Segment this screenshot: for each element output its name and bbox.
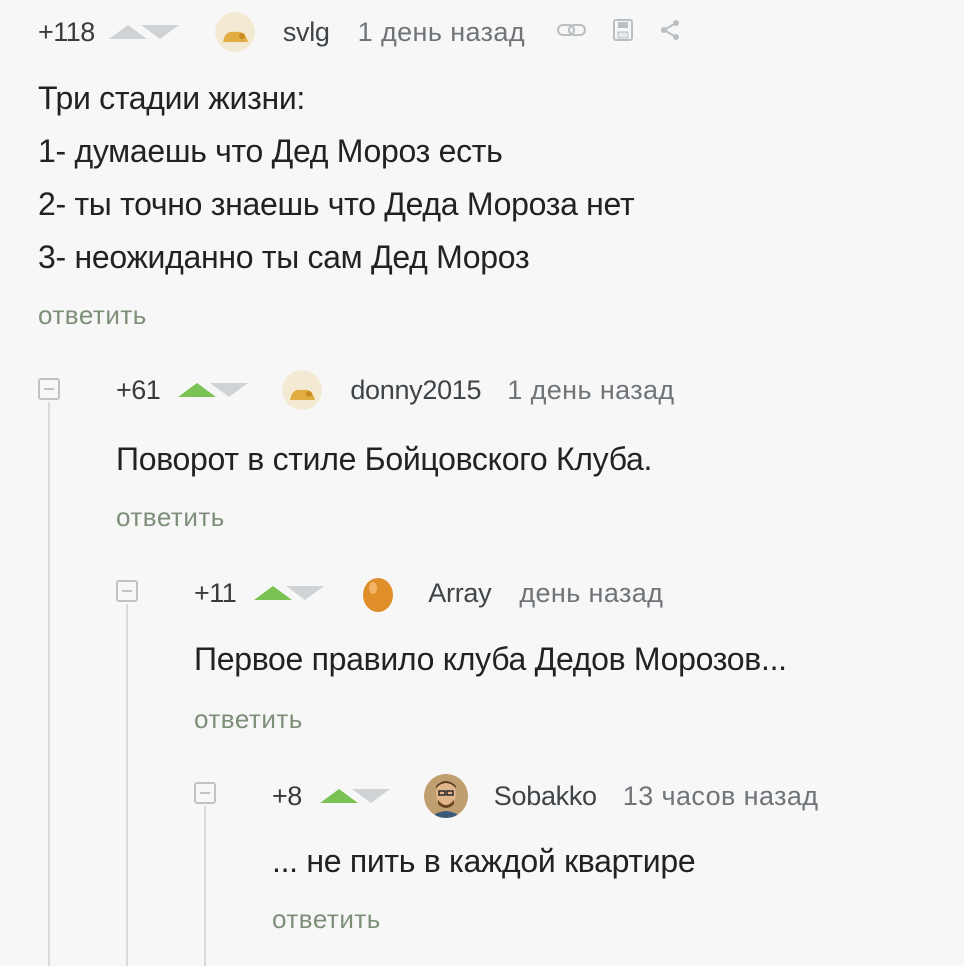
downvote-icon[interactable] [210,383,249,397]
thread-line[interactable] [48,402,50,966]
author-nick[interactable]: donny2015 [350,375,481,406]
cat-avatar-icon [282,370,323,410]
comment-text: Первое правило клуба Дедов Морозов... [194,633,787,686]
comment-line: Первое правило клуба Дедов Морозов... [194,641,787,677]
comment-line: 3- неожиданно ты сам Дед Мороз [38,239,530,275]
comment-rating: +8 [272,780,302,811]
comment-header: +11 Array день назад [194,573,663,613]
egg-avatar-icon [358,573,399,613]
comment-time[interactable]: 1 день назад [358,17,525,48]
reply-link[interactable]: ответить [194,704,303,735]
comment-rating: +61 [116,374,161,405]
collapse-button[interactable] [194,782,216,804]
comment-time[interactable]: 1 день назад [507,375,674,406]
comment-line: ... не пить в каждой квартире [272,843,696,879]
comment-header: +61 donny2015 1 день назад [116,370,675,410]
reply-link[interactable]: ответить [272,904,381,935]
downvote-icon[interactable] [140,25,179,39]
downvote-icon[interactable] [351,789,390,803]
comment-header: +8 Sobakko 13 часов назад [272,774,818,818]
collapse-button[interactable] [116,580,138,602]
comment-text: Поворот в стиле Бойцовского Клуба. [116,433,652,486]
comment-text: ... не пить в каждой квартире [272,835,696,888]
author-nick[interactable]: Sobakko [494,781,597,812]
comment-rating: +118 [38,16,95,47]
save-icon[interactable] [612,18,633,46]
comment-line: 2- ты точно знаешь что Деда Мороза нет [38,186,635,222]
reply-link[interactable]: ответить [38,300,147,331]
comment-text: Три стадии жизни: 1- думаешь что Дед Мор… [38,72,635,284]
comment-time[interactable]: день назад [519,578,663,609]
downvote-icon[interactable] [286,586,325,600]
thread-line[interactable] [204,806,206,966]
avatar[interactable] [358,573,399,613]
share-icon[interactable] [659,19,681,46]
comment-time[interactable]: 13 часов назад [623,781,819,812]
avatar[interactable] [282,370,323,410]
collapse-button[interactable] [38,378,60,400]
avatar[interactable] [423,774,468,818]
link-icon[interactable] [556,23,587,42]
reply-link[interactable]: ответить [116,502,225,533]
author-nick[interactable]: svlg [283,17,330,48]
thread-line[interactable] [126,604,128,966]
author-nick[interactable]: Array [428,578,491,609]
comment-line: 1- думаешь что Дед Мороз есть [38,133,503,169]
cat-avatar-icon [214,12,255,52]
comment-header: +118 svlg 1 день назад [38,12,681,52]
avatar[interactable] [214,12,255,52]
comment-line: Поворот в стиле Бойцовского Клуба. [116,441,653,477]
photo-avatar-icon [423,774,468,818]
comment-line: Три стадии жизни: [38,80,306,116]
comment-rating: +11 [194,577,237,608]
